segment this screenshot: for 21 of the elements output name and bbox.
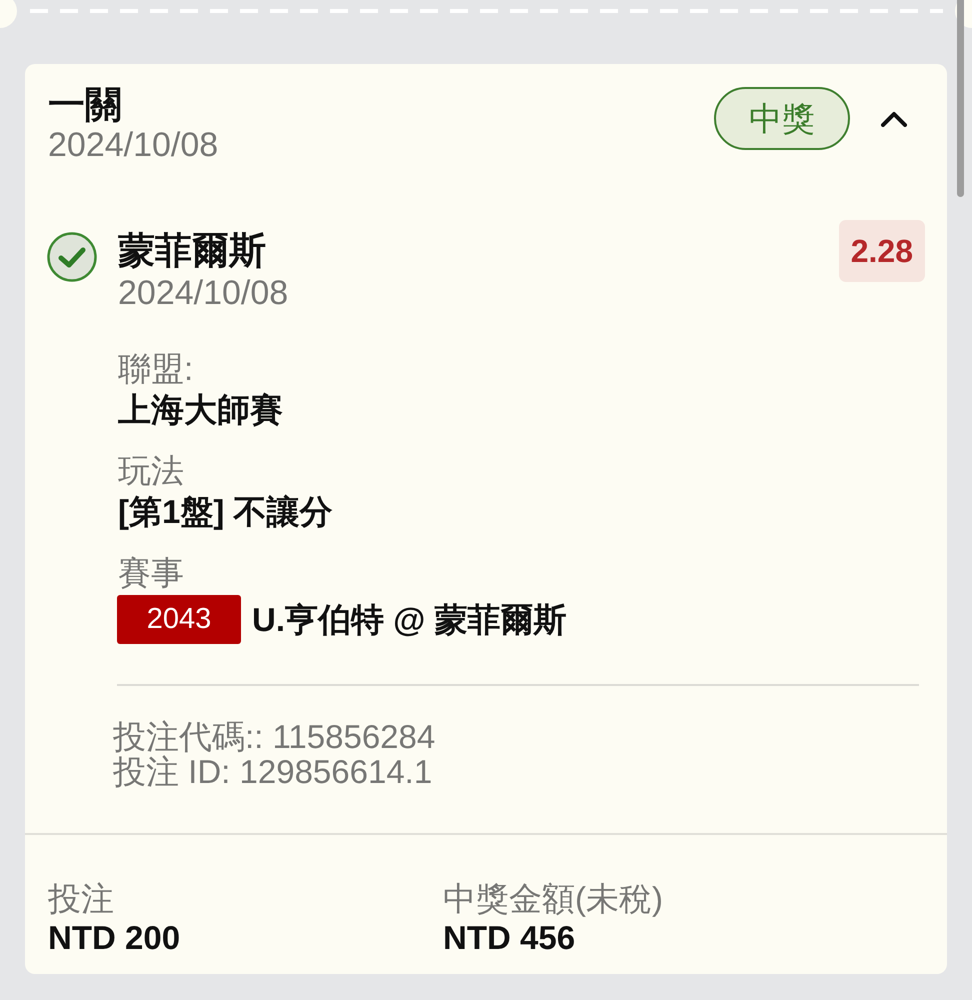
bet-date: 2024/10/08 [48,125,218,165]
match-teams: U.亨伯特 @ 蒙菲爾斯 [252,600,567,640]
selection-name: 蒙菲爾斯 [118,230,267,272]
status-badge: 中獎 [714,87,850,150]
summary-label: 投注 [48,879,115,919]
bet-code-text: 投注代碼:: 115856284 [113,719,436,754]
scrollbar-thumb[interactable] [957,0,964,197]
summary-value: NTD 200 [48,919,182,957]
detail-value: [第1盤] 不讓分 [117,492,334,532]
summary-label: 中獎金額(未稅) [443,879,664,919]
selection-date: 2024/10/08 [118,273,290,314]
detail-label: 玩法 [117,451,185,491]
detail-value: 上海大師賽 [117,390,284,430]
bet-code-text: 投注 ID: 129856614.1 [113,754,434,789]
bet-type-title: 一關 [48,85,123,125]
odds-badge: 2.28 [838,220,925,282]
match-number-tag: 2043 [117,595,241,644]
ticket-notch [0,0,18,28]
detail-label: 賽事 [117,553,185,593]
detail-label: 聯盟: [117,349,194,389]
summary-value: NTD 456 [443,919,576,957]
